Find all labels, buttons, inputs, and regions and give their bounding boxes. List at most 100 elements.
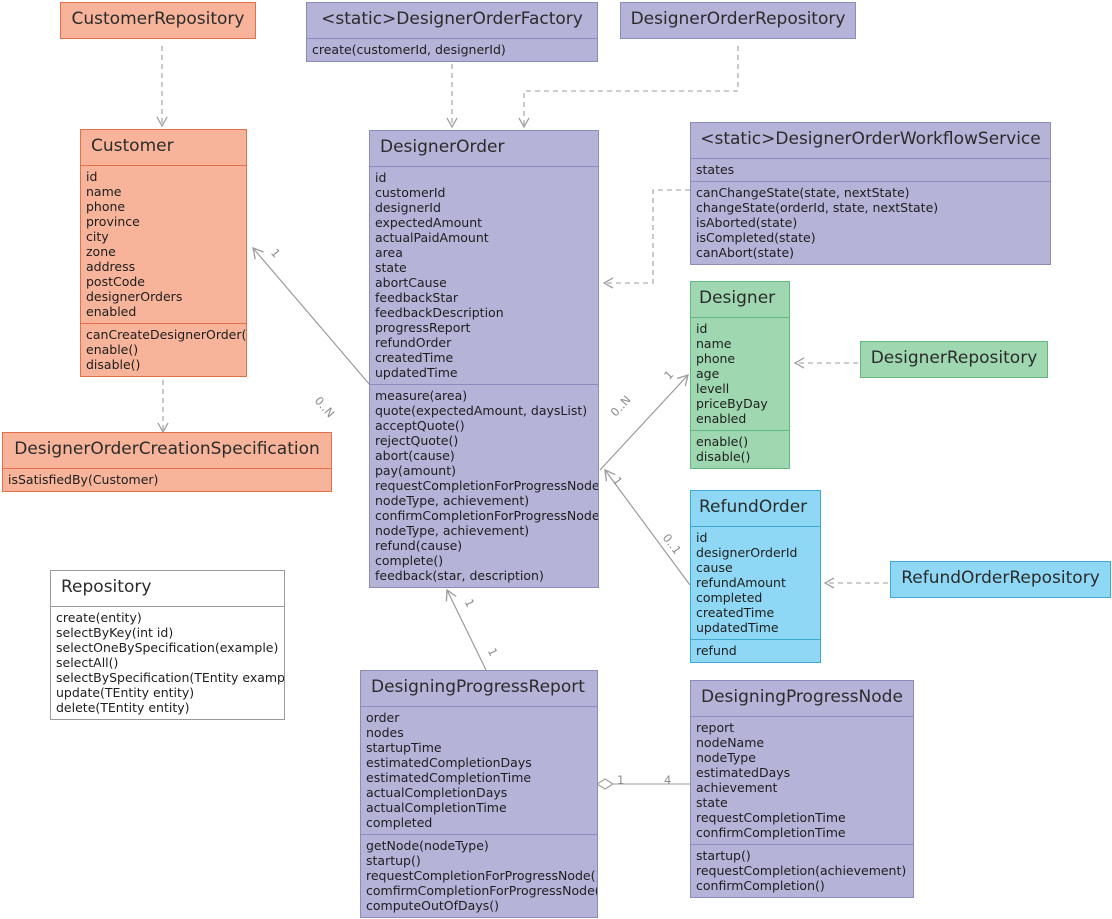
attribute-row: feedbackStar: [375, 289, 459, 305]
attributes-compartment: order nodes startupTime estimatedComplet…: [361, 705, 597, 834]
attributes-compartment: states: [691, 157, 1050, 181]
attribute-row: estimatedCompletionDays: [366, 754, 532, 770]
attribute-row: id: [375, 169, 387, 185]
attribute-row: report: [696, 719, 735, 735]
class-designing-progress-node[interactable]: DesigningProgressNode report nodeName no…: [690, 680, 914, 898]
operation-row: canChangeState(state, nextState): [696, 184, 910, 200]
operation-row: confirmCompletionForProgressNode(: [375, 507, 599, 523]
class-title: DesigningProgressReport: [371, 677, 585, 697]
class-repository[interactable]: Repository create(entity) selectByKey(in…: [50, 570, 285, 720]
multiplicity-report-to-designerorder-top: 1: [461, 596, 478, 610]
operation-row: comfirmCompletionForProgressNode(): [366, 882, 598, 898]
class-title: RefundOrder: [699, 497, 808, 517]
attribute-row: abortCause: [375, 274, 447, 290]
operation-row: changeState(orderId, state, nextState): [696, 199, 939, 215]
operations-compartment: canChangeState(state, nextState) changeS…: [691, 180, 1050, 264]
attribute-row: priceByDay: [696, 395, 768, 411]
class-title: RefundOrderRepository: [901, 568, 1100, 588]
attribute-row: city: [86, 228, 109, 244]
attribute-row: createdTime: [696, 604, 775, 620]
attribute-row: postCode: [86, 273, 145, 289]
attribute-row: confirmCompletionTime: [696, 824, 846, 840]
operation-row: feedback(star, description): [375, 567, 544, 583]
class-customer-repository[interactable]: CustomerRepository: [60, 2, 256, 39]
multiplicity-designerorder-to-designer: 0..N: [607, 392, 634, 420]
class-title: DesigningProgressNode: [701, 687, 903, 707]
operations-compartment: measure(area) quote(expectedAmount, days…: [370, 383, 599, 587]
attribute-row: levell: [696, 380, 730, 396]
class-customer[interactable]: Customer id name phone province city zon…: [80, 129, 247, 377]
class-refund-order-repository[interactable]: RefundOrderRepository: [890, 561, 1111, 598]
operation-row: refund(cause): [375, 537, 463, 553]
operation-row: create(customerId, designerId): [312, 41, 506, 57]
operations-compartment: getNode(nodeType) startup() requestCompl…: [361, 833, 598, 917]
attribute-row: address: [86, 258, 136, 274]
attribute-row: updatedTime: [696, 619, 779, 635]
attributes-compartment: id name phone province city zone address…: [81, 164, 246, 323]
attribute-row: actualPaidAmount: [375, 229, 489, 245]
attribute-row: completed: [696, 589, 763, 605]
operations-compartment: create(entity) selectByKey(int id) selec…: [51, 605, 285, 719]
operation-row: enable(): [696, 433, 749, 449]
operations-compartment: refund: [691, 638, 820, 662]
attribute-row: zone: [86, 243, 116, 259]
operation-row: disable(): [696, 448, 751, 464]
edge-designerorder-designer: [599, 374, 689, 471]
attribute-row: phone: [86, 198, 126, 214]
attribute-row: id: [696, 529, 708, 545]
operation-row: startup(): [366, 852, 421, 868]
class-designer-order-creation-specification[interactable]: DesignerOrderCreationSpecification isSat…: [2, 432, 332, 492]
class-designing-progress-report[interactable]: DesigningProgressReport order nodes star…: [360, 670, 598, 918]
class-designer[interactable]: Designer id name phone age levell priceB…: [690, 281, 790, 469]
multiplicity-report-to-node: 1: [617, 773, 625, 787]
attributes-compartment: id customerId designerId expectedAmount …: [370, 165, 598, 384]
class-designer-repository[interactable]: DesignerRepository: [860, 341, 1048, 378]
operation-row: getNode(nodeType): [366, 837, 489, 853]
attribute-row: customerId: [375, 184, 446, 200]
operation-row: isSatisfiedBy(Customer): [8, 471, 159, 487]
operation-row: abort(cause): [375, 447, 455, 463]
class-designer-order-factory[interactable]: <static>DesignerOrderFactory create(cust…: [306, 2, 598, 62]
operation-row: selectByKey(int id): [56, 624, 174, 640]
class-title: Designer: [699, 288, 776, 308]
attribute-row: enabled: [86, 303, 137, 319]
attribute-row: requestCompletionTime: [696, 809, 846, 825]
uml-class-diagram-canvas: 1 0..N 0..N 1 1 0..1 1 1 1 4 CustomerRep…: [0, 0, 1112, 919]
edge-refundorder-designerorder: [604, 468, 691, 586]
operation-row: nodeType, achievement): [375, 522, 530, 538]
operation-row: delete(TEntity entity): [56, 699, 190, 715]
class-designer-order-workflow-service[interactable]: <static>DesignerOrderWorkflowService sta…: [690, 122, 1051, 265]
class-designer-order-repository[interactable]: DesignerOrderRepository: [620, 2, 856, 39]
edge-workflowservice-designerorder: [602, 189, 690, 289]
attribute-row: designerId: [375, 199, 441, 215]
operations-compartment: canCreateDesignerOrder() enable() disabl…: [81, 322, 246, 376]
multiplicity-customer-side: 1: [267, 245, 284, 261]
operations-compartment: enable() disable(): [691, 429, 789, 468]
attribute-row: designerOrderId: [696, 544, 798, 560]
multiplicity-refundorder-side: 0..1: [659, 531, 685, 557]
class-designer-order[interactable]: DesignerOrder id customerId designerId e…: [369, 130, 599, 588]
multiplicity-report-to-designerorder-bottom: 1: [484, 645, 501, 659]
multiplicity-designerorder-to-customer: 0..N: [311, 393, 338, 421]
operation-row: create(entity): [56, 609, 142, 625]
attribute-row: state: [375, 259, 407, 275]
attribute-row: cause: [696, 559, 733, 575]
attribute-row: name: [696, 335, 732, 351]
operation-row: disable(): [86, 356, 141, 372]
attribute-row: achievement: [696, 779, 778, 795]
attribute-row: area: [375, 244, 403, 260]
operation-row: computeOutOfDays(): [366, 897, 499, 913]
operation-row: selectBySpecification(TEntity example): [56, 669, 285, 685]
attribute-row: id: [86, 168, 98, 184]
operation-row: refund: [696, 642, 737, 658]
multiplicity-node-to-report: 4: [664, 773, 672, 787]
class-title: Repository: [61, 577, 152, 597]
operation-row: selectOneBySpecification(example): [56, 639, 279, 655]
operation-row: pay(amount): [375, 462, 456, 478]
operation-row: complete(): [375, 552, 444, 568]
attribute-row: progressReport: [375, 319, 471, 335]
attribute-row: designerOrders: [86, 288, 183, 304]
class-refund-order[interactable]: RefundOrder id designerOrderId cause ref…: [690, 490, 821, 663]
attribute-row: state: [696, 794, 728, 810]
attribute-row: estimatedCompletionTime: [366, 769, 532, 785]
